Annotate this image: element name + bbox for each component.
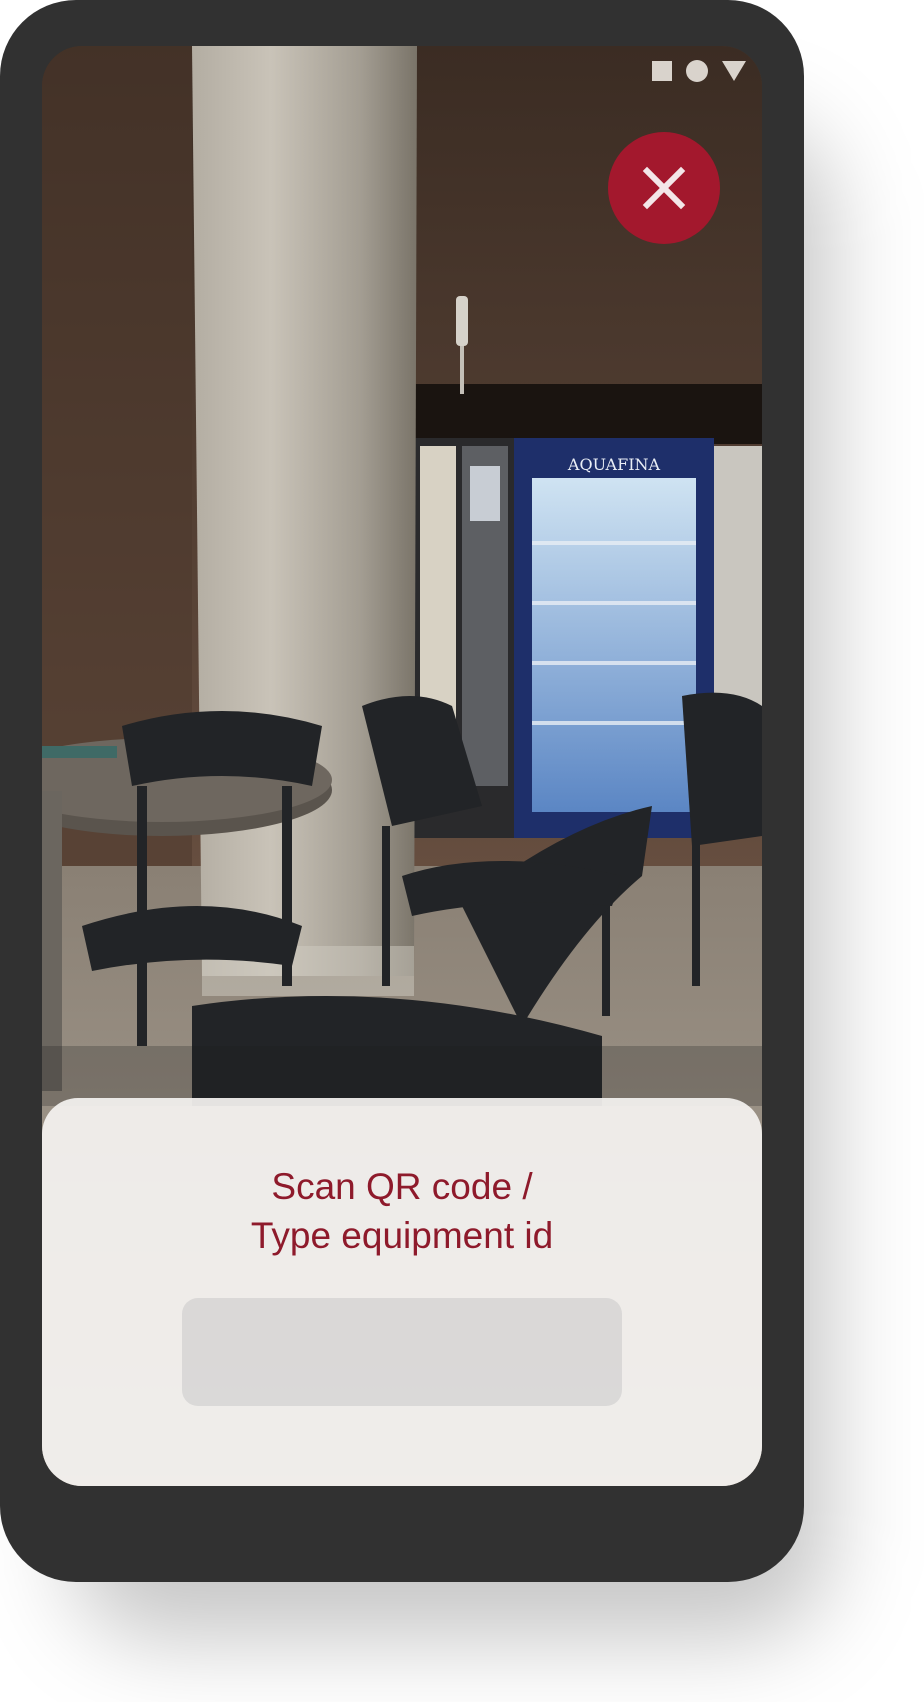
phone-frame: AQUAFINA Scan QR code / Type equipment i… [0,0,804,1582]
scan-instruction-title: Scan QR code / Type equipment id [42,1162,762,1260]
scan-instruction-line1: Scan QR code / [271,1166,533,1207]
scan-sheet: Scan QR code / Type equipment id [42,1098,762,1486]
close-button[interactable] [608,132,720,244]
circle-icon [686,60,708,82]
status-bar [652,60,746,82]
scan-instruction-line2: Type equipment id [250,1215,554,1256]
phone-screen: AQUAFINA Scan QR code / Type equipment i… [42,46,762,1486]
square-icon [652,61,672,81]
close-icon [642,166,686,210]
vending-brand-text: AQUAFINA [567,455,661,474]
page: AQUAFINA Scan QR code / Type equipment i… [0,0,924,1702]
triangle-icon [722,61,746,81]
equipment-id-input[interactable] [182,1298,622,1406]
